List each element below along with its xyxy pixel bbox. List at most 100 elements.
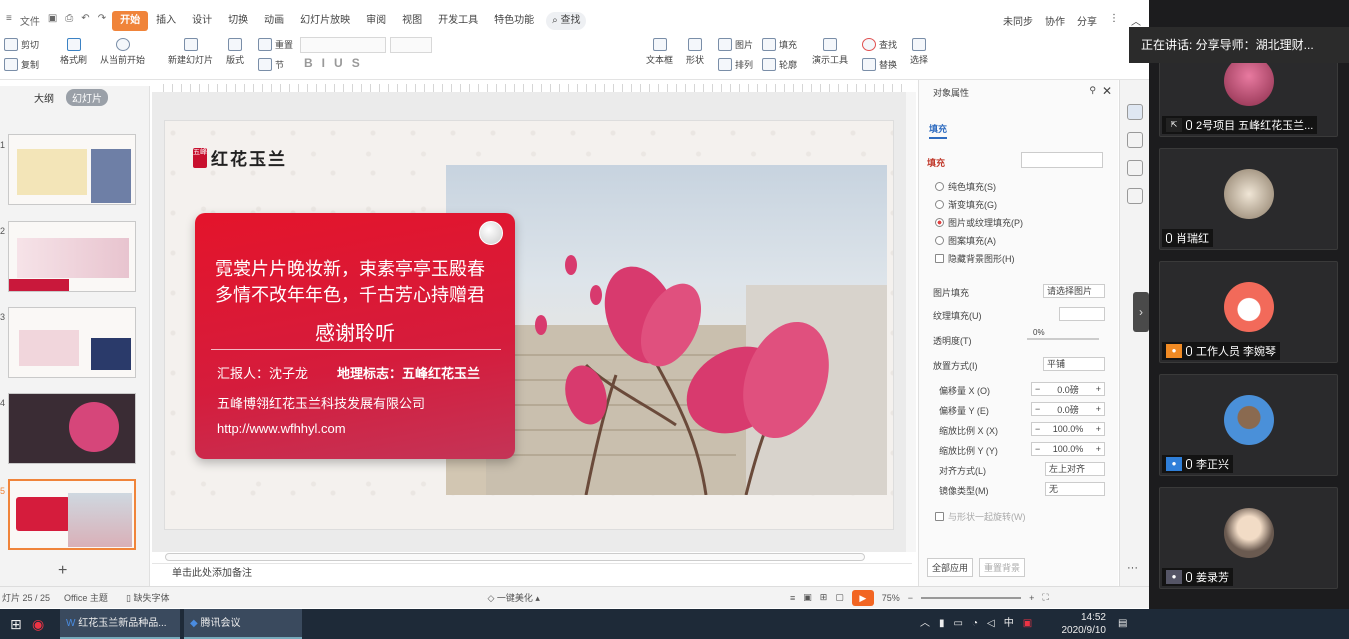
participant-tile[interactable]: ● 李正兴 <box>1159 374 1338 476</box>
scale-y-spinner[interactable]: −100.0% + <box>1031 442 1105 456</box>
beautify-button[interactable]: ◇ 一键美化 ▴ <box>487 591 539 604</box>
network-icon[interactable]: ◔ <box>972 609 978 639</box>
redo-icon[interactable]: ↷ <box>98 13 106 28</box>
image-fill-select[interactable]: 请选择图片 <box>1043 284 1105 298</box>
slide-thumbnail[interactable] <box>8 307 136 378</box>
scale-x-spinner[interactable]: −100.0% + <box>1031 422 1105 436</box>
arrange-button[interactable]: 排列 <box>718 58 753 71</box>
cut-button[interactable]: 剪切 <box>4 38 39 51</box>
participant-tile[interactable]: 肖瑞红 <box>1159 148 1338 250</box>
fill-section-header[interactable]: 填充 <box>927 156 945 169</box>
chrome-icon[interactable]: ◉ <box>32 609 52 639</box>
more-tools-icon[interactable]: ··· <box>1127 562 1138 574</box>
chevron-up-icon[interactable]: ︿ <box>920 609 930 639</box>
print-icon[interactable]: ⎙ <box>65 13 73 28</box>
hide-bg-checkbox[interactable]: 隐藏背景图形(H) <box>935 252 1015 265</box>
bold-icon[interactable]: B <box>304 56 313 70</box>
font-name-select[interactable] <box>300 37 386 53</box>
reading-view-icon[interactable]: ▢ <box>835 592 844 603</box>
outline-button[interactable]: 轮廓 <box>762 58 797 71</box>
collab-button[interactable]: 协作 <box>1045 13 1065 28</box>
from-current-button[interactable]: 从当前开始 <box>100 38 145 66</box>
plus-icon[interactable]: + <box>1093 424 1104 434</box>
layout-button[interactable]: 版式 <box>226 38 244 66</box>
tab-view[interactable]: 视图 <box>394 11 430 31</box>
find-button[interactable]: 查找 <box>862 38 897 51</box>
mic-tray-icon[interactable]: ▮ <box>939 609 945 639</box>
fit-window-icon[interactable]: ⛶ <box>1042 592 1048 603</box>
shape-button[interactable]: 形状 <box>686 38 704 66</box>
tab-home[interactable]: 开始 <box>112 10 149 31</box>
underline-icon[interactable]: U <box>334 56 343 70</box>
apply-all-button[interactable]: 全部应用 <box>927 558 974 577</box>
missing-font-button[interactable]: ▯ 缺失字体 <box>126 591 169 604</box>
panel-collapse-button[interactable]: › <box>1133 292 1149 332</box>
slide-thumbnail[interactable] <box>8 221 136 292</box>
textbox-button[interactable]: 文本框 <box>646 38 673 66</box>
tab-slides[interactable]: 幻灯片 <box>66 89 108 106</box>
volume-icon[interactable]: ◁ <box>987 609 995 639</box>
format-painter-button[interactable]: 格式刷 <box>60 38 87 66</box>
slide-thumbnail[interactable] <box>8 134 136 205</box>
collapse-ribbon-icon[interactable]: ︿ <box>1131 13 1141 28</box>
fill-button[interactable]: 填充 <box>762 38 797 51</box>
notification-icon[interactable]: ▤ <box>1118 609 1127 639</box>
horizontal-scrollbar[interactable] <box>165 553 865 561</box>
rotate-with-shape-checkbox[interactable]: 与形状一起旋转(W) <box>935 510 1026 523</box>
more-icon[interactable]: ⋮ <box>1109 13 1119 28</box>
transparency-slider[interactable] <box>1027 338 1099 340</box>
zoom-slider[interactable] <box>921 596 1022 599</box>
windows-start-icon[interactable]: ⊞ <box>10 609 22 639</box>
replace-button[interactable]: 替换 <box>862 58 897 71</box>
offset-y-spinner[interactable]: − 0.0磅 + <box>1031 402 1105 416</box>
placement-select[interactable]: 平铺 <box>1043 357 1105 371</box>
vertical-scrollbar[interactable] <box>906 92 916 552</box>
slide-thumbnail-selected[interactable] <box>8 479 136 550</box>
comment-icon[interactable] <box>1127 160 1143 176</box>
reset-bg-button[interactable]: 重置背景 <box>979 558 1026 577</box>
texture-select[interactable] <box>1059 307 1105 321</box>
tab-fill[interactable]: 填充 <box>929 122 948 139</box>
minus-icon[interactable]: − <box>1032 384 1043 394</box>
tab-transitions[interactable]: 切换 <box>220 11 256 31</box>
zoom-in-icon[interactable]: + <box>1029 593 1034 603</box>
minus-icon[interactable]: − <box>1032 404 1043 414</box>
tab-developer[interactable]: 开发工具 <box>430 11 486 31</box>
minus-icon[interactable]: − <box>1032 444 1043 454</box>
strike-icon[interactable]: S <box>352 56 360 70</box>
taskbar-app-wps[interactable]: W 红花玉兰新品种品... <box>60 609 180 639</box>
tab-animations[interactable]: 动画 <box>256 11 292 31</box>
offset-x-spinner[interactable]: − 0.0磅 + <box>1031 382 1105 396</box>
undo-icon[interactable]: ↶ <box>81 13 89 28</box>
mirror-select[interactable]: 无 <box>1045 482 1105 496</box>
normal-view-icon[interactable]: ▣ <box>803 592 812 603</box>
plus-icon[interactable]: + <box>1093 384 1104 394</box>
copy-button[interactable]: 复制 <box>4 58 39 71</box>
participant-tile[interactable]: ● 姜录芳 <box>1159 487 1338 589</box>
tray-icon[interactable]: ▭ <box>954 609 963 639</box>
minus-icon[interactable]: − <box>1032 424 1043 434</box>
zoom-out-icon[interactable]: − <box>908 593 913 603</box>
plus-icon[interactable]: + <box>1093 444 1104 454</box>
presentation-tools-button[interactable]: 演示工具 <box>812 38 848 66</box>
select-button[interactable]: 选择 <box>910 38 928 66</box>
tab-slideshow[interactable]: 幻灯片放映 <box>292 11 358 31</box>
slide-thumbnail[interactable] <box>8 393 136 464</box>
picture-button[interactable]: 图片 <box>718 38 753 51</box>
tab-review[interactable]: 审阅 <box>358 11 394 31</box>
properties-icon[interactable] <box>1127 104 1143 120</box>
participant-tile[interactable]: ● 工作人员 李婉琴 <box>1159 261 1338 363</box>
wps-tray-icon[interactable]: ▣ <box>1023 609 1032 639</box>
italic-icon[interactable]: I <box>322 56 325 70</box>
search-box[interactable]: ⌕ 查找 <box>546 11 587 30</box>
radio-gradient[interactable]: 渐变填充(G) <box>935 198 997 211</box>
clock[interactable]: 14:52 2020/9/10 <box>1054 609 1107 639</box>
pin-tool-icon[interactable] <box>1127 132 1143 148</box>
notes-area[interactable]: 单击此处添加备注 <box>152 563 912 583</box>
pin-icon[interactable]: ⚲ <box>1089 85 1096 96</box>
save-icon[interactable]: ▣ <box>48 13 57 28</box>
font-size-select[interactable] <box>390 37 432 53</box>
close-icon[interactable]: ✕ <box>1102 84 1112 98</box>
tab-insert[interactable]: 插入 <box>148 11 184 31</box>
notes-toggle-icon[interactable]: ≡ <box>790 593 795 603</box>
